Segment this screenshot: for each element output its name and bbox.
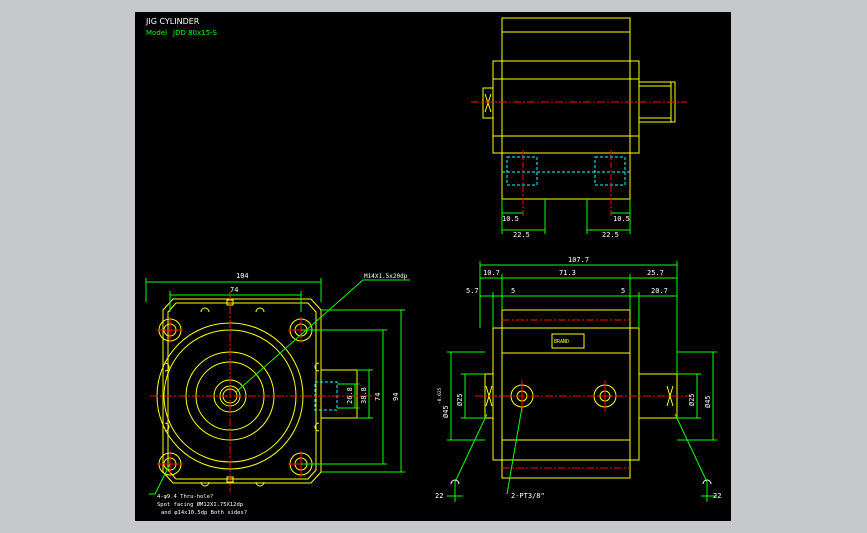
nameplate-text: BRAND [554, 339, 569, 345]
side-view-dims: 107.7 10.7 71.3 25.7 5.7 5 5 20.7 Ø45 -0… [435, 256, 721, 500]
dim-20-7: 20.7 [651, 287, 668, 295]
dim-22-5-left: 22.5 [513, 231, 530, 239]
dim-104: 104 [236, 272, 249, 280]
dim-74-vertical: 74 [374, 393, 382, 401]
dim-107-7: 107.7 [568, 256, 589, 264]
dim-71-3: 71.3 [559, 269, 576, 277]
dim-dia25-left: Ø25 [456, 393, 464, 406]
title-block: JIG CYLINDER Model JDD 80x15-S [145, 17, 218, 37]
dim-26-8: 26.8 [346, 387, 354, 404]
port-spec-label: M14X1.5x20dp [364, 273, 408, 280]
dim-dia45-left: Ø45 [442, 405, 450, 418]
top-view [471, 17, 687, 234]
dim-10-5-right: 10.5 [613, 215, 630, 223]
dim-94: 94 [392, 393, 400, 401]
section-dim-left: 22 [435, 492, 443, 500]
cad-drawing: JIG CYLINDER Model JDD 80x15-S 10.5 10.5… [145, 17, 721, 516]
dim-5-left: 5 [511, 287, 515, 295]
dim-5-right: 5 [621, 287, 625, 295]
hole-note-line2: Spot facing ØM12X1.75X12dp [157, 501, 243, 508]
title-text: JIG CYLINDER [145, 17, 200, 26]
side-view-markers [450, 479, 712, 485]
hole-note-line1: 4-φ9.4 Thru-hole? [157, 494, 213, 500]
dim-74-horizontal: 74 [230, 286, 238, 294]
ports-label: 2-PT3/8" [511, 492, 545, 500]
dim-dia45-tolerance: -0.025 [437, 387, 443, 404]
side-view [447, 261, 717, 502]
model-label: Model [146, 29, 167, 37]
section-dim-right: 22 [713, 492, 721, 500]
model-value: JDD 80x15-S [172, 29, 218, 37]
dim-10-5-left: 10.5 [502, 215, 519, 223]
hole-note-line3: and φ14x10.5dp Both sides? [161, 510, 247, 516]
dim-10-7: 10.7 [483, 269, 500, 277]
front-view [145, 278, 410, 495]
drawing-viewport[interactable]: JIG CYLINDER Model JDD 80x15-S 10.5 10.5… [135, 12, 731, 521]
dim-38-8: 38.8 [360, 387, 368, 404]
dim-25-7: 25.7 [647, 269, 664, 277]
dim-5-7: 5.7 [466, 287, 479, 295]
dim-22-5-right: 22.5 [602, 231, 619, 239]
top-view-dims: 10.5 10.5 22.5 22.5 [502, 215, 630, 239]
dim-dia45-right: Ø45 [704, 395, 712, 408]
dim-dia25-right: Ø25 [688, 393, 696, 406]
